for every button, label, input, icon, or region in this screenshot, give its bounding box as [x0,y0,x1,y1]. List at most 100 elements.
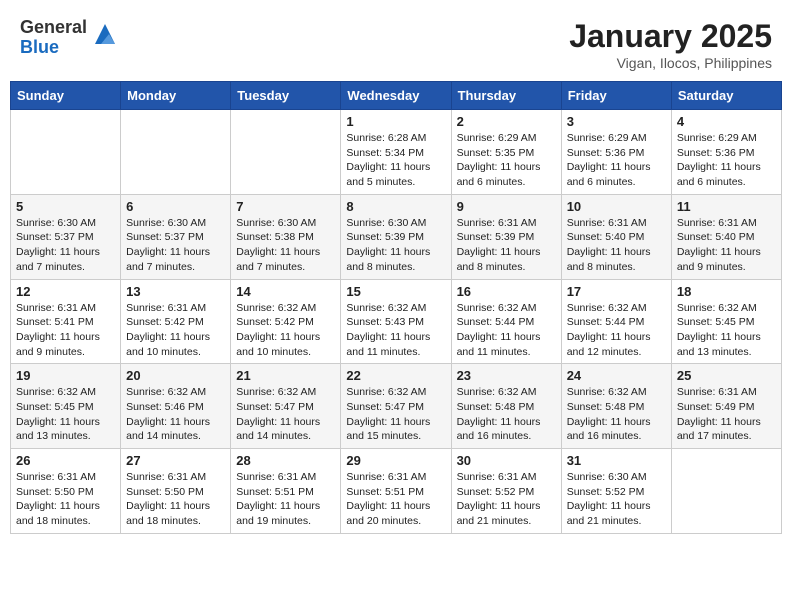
page-header: General Blue January 2025 Vigan, Ilocos,… [10,10,782,77]
weekday-header: Tuesday [231,82,341,110]
daylight-text: Daylight: 11 hours and 14 minutes. [126,415,225,444]
daylight-text: Daylight: 11 hours and 5 minutes. [346,160,445,189]
daylight-text: Daylight: 11 hours and 19 minutes. [236,499,335,528]
sunset-text: Sunset: 5:39 PM [457,230,556,245]
location: Vigan, Ilocos, Philippines [569,55,772,71]
sunrise-text: Sunrise: 6:31 AM [677,216,776,231]
day-info: Sunrise: 6:29 AMSunset: 5:36 PMDaylight:… [567,131,666,190]
day-number: 16 [457,284,556,299]
calendar-cell [231,110,341,195]
day-number: 24 [567,368,666,383]
daylight-text: Daylight: 11 hours and 8 minutes. [346,245,445,274]
sunrise-text: Sunrise: 6:31 AM [677,385,776,400]
day-number: 15 [346,284,445,299]
daylight-text: Daylight: 11 hours and 10 minutes. [126,330,225,359]
day-info: Sunrise: 6:29 AMSunset: 5:36 PMDaylight:… [677,131,776,190]
day-number: 10 [567,199,666,214]
calendar-cell: 20Sunrise: 6:32 AMSunset: 5:46 PMDayligh… [121,364,231,449]
calendar-cell [11,110,121,195]
day-number: 2 [457,114,556,129]
sunset-text: Sunset: 5:50 PM [126,485,225,500]
daylight-text: Daylight: 11 hours and 14 minutes. [236,415,335,444]
calendar-cell: 8 Sunrise: 6:30 AMSunset: 5:39 PMDaylight… [341,194,451,279]
day-info: Sunrise: 6:32 AMSunset: 5:45 PMDaylight:… [16,385,115,444]
weekday-header: Friday [561,82,671,110]
day-number: 14 [236,284,335,299]
day-info: Sunrise: 6:31 AMSunset: 5:42 PMDaylight:… [126,301,225,360]
sunrise-text: Sunrise: 6:32 AM [346,301,445,316]
day-number: 4 [677,114,776,129]
weekday-header: Saturday [671,82,781,110]
sunset-text: Sunset: 5:37 PM [126,230,225,245]
logo: General Blue [20,18,119,58]
daylight-text: Daylight: 11 hours and 10 minutes. [236,330,335,359]
weekday-header: Monday [121,82,231,110]
calendar-cell: 17Sunrise: 6:32 AMSunset: 5:44 PMDayligh… [561,279,671,364]
daylight-text: Daylight: 11 hours and 8 minutes. [457,245,556,274]
day-info: Sunrise: 6:31 AMSunset: 5:39 PMDaylight:… [457,216,556,275]
day-info: Sunrise: 6:30 AMSunset: 5:37 PMDaylight:… [126,216,225,275]
daylight-text: Daylight: 11 hours and 15 minutes. [346,415,445,444]
logo-blue: Blue [20,38,87,58]
day-number: 5 [16,199,115,214]
sunrise-text: Sunrise: 6:31 AM [457,216,556,231]
sunrise-text: Sunrise: 6:29 AM [567,131,666,146]
sunrise-text: Sunrise: 6:32 AM [236,385,335,400]
day-info: Sunrise: 6:32 AMSunset: 5:48 PMDaylight:… [567,385,666,444]
calendar-cell: 25Sunrise: 6:31 AMSunset: 5:49 PMDayligh… [671,364,781,449]
weekday-header: Wednesday [341,82,451,110]
day-info: Sunrise: 6:30 AMSunset: 5:38 PMDaylight:… [236,216,335,275]
sunrise-text: Sunrise: 6:31 AM [236,470,335,485]
sunset-text: Sunset: 5:47 PM [346,400,445,415]
sunrise-text: Sunrise: 6:28 AM [346,131,445,146]
day-info: Sunrise: 6:31 AMSunset: 5:40 PMDaylight:… [677,216,776,275]
calendar-week-row: 5Sunrise: 6:30 AMSunset: 5:37 PMDaylight… [11,194,782,279]
day-number: 20 [126,368,225,383]
month-title: January 2025 [569,18,772,55]
calendar-cell: 7Sunrise: 6:30 AMSunset: 5:38 PMDaylight… [231,194,341,279]
calendar-cell: 24 Sunrise: 6:32 AMSunset: 5:48 PMDayligh… [561,364,671,449]
day-number: 25 [677,368,776,383]
sunset-text: Sunset: 5:40 PM [677,230,776,245]
daylight-text: Daylight: 11 hours and 12 minutes. [567,330,666,359]
day-info: Sunrise: 6:32 AMSunset: 5:48 PMDaylight:… [457,385,556,444]
day-info: Sunrise: 6:31 AMSunset: 5:41 PMDaylight:… [16,301,115,360]
sunrise-text: Sunrise: 6:30 AM [126,216,225,231]
logo-general: General [20,18,87,38]
day-number: 3 [567,114,666,129]
day-number: 22 [346,368,445,383]
daylight-text: Daylight: 11 hours and 7 minutes. [126,245,225,274]
sunset-text: Sunset: 5:36 PM [677,146,776,161]
day-info: Sunrise: 6:28 AMSunset: 5:34 PMDaylight:… [346,131,445,190]
calendar-cell: 5Sunrise: 6:30 AMSunset: 5:37 PMDaylight… [11,194,121,279]
sunset-text: Sunset: 5:51 PM [236,485,335,500]
sunrise-text: Sunrise: 6:30 AM [236,216,335,231]
day-number: 21 [236,368,335,383]
sunset-text: Sunset: 5:44 PM [567,315,666,330]
daylight-text: Daylight: 11 hours and 21 minutes. [567,499,666,528]
daylight-text: Daylight: 11 hours and 18 minutes. [16,499,115,528]
sunset-text: Sunset: 5:47 PM [236,400,335,415]
calendar-cell: 29Sunrise: 6:31 AMSunset: 5:51 PMDayligh… [341,449,451,534]
day-info: Sunrise: 6:30 AMSunset: 5:39 PMDaylight:… [346,216,445,275]
calendar-cell: 22 Sunrise: 6:32 AMSunset: 5:47 PMDayligh… [341,364,451,449]
day-info: Sunrise: 6:31 AMSunset: 5:52 PMDaylight:… [457,470,556,529]
sunrise-text: Sunrise: 6:31 AM [126,301,225,316]
sunset-text: Sunset: 5:42 PM [126,315,225,330]
calendar-cell: 1Sunrise: 6:28 AMSunset: 5:34 PMDaylight… [341,110,451,195]
day-info: Sunrise: 6:32 AMSunset: 5:45 PMDaylight:… [677,301,776,360]
sunrise-text: Sunrise: 6:31 AM [346,470,445,485]
day-number: 28 [236,453,335,468]
calendar-cell: 2Sunrise: 6:29 AMSunset: 5:35 PMDaylight… [451,110,561,195]
calendar-cell [121,110,231,195]
sunrise-text: Sunrise: 6:29 AM [677,131,776,146]
sunrise-text: Sunrise: 6:30 AM [346,216,445,231]
day-number: 8 [346,199,445,214]
calendar-cell: 16 Sunrise: 6:32 AMSunset: 5:44 PMDayligh… [451,279,561,364]
calendar-cell: 3 Sunrise: 6:29 AMSunset: 5:36 PMDaylight… [561,110,671,195]
sunrise-text: Sunrise: 6:32 AM [457,301,556,316]
sunrise-text: Sunrise: 6:32 AM [346,385,445,400]
day-info: Sunrise: 6:32 AMSunset: 5:44 PMDaylight:… [457,301,556,360]
sunset-text: Sunset: 5:45 PM [677,315,776,330]
day-number: 13 [126,284,225,299]
